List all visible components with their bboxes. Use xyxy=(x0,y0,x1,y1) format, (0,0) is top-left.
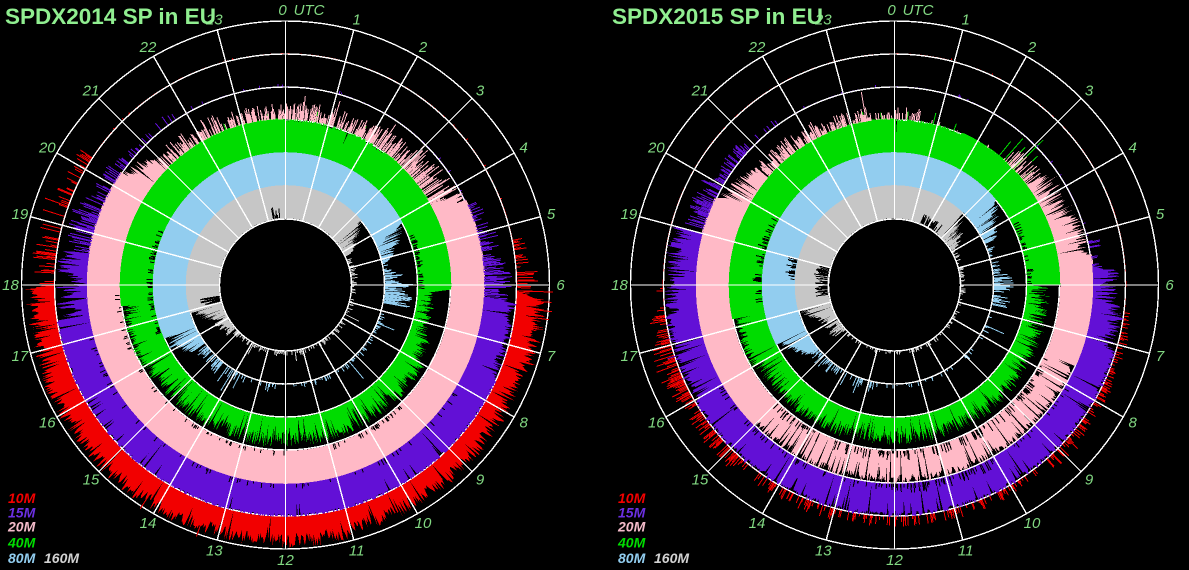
svg-text:40M: 40M xyxy=(617,535,646,551)
svg-text:0: 0 xyxy=(278,2,287,19)
svg-text:13: 13 xyxy=(206,543,223,560)
svg-text:7: 7 xyxy=(547,348,556,365)
svg-text:UTC: UTC xyxy=(294,2,325,19)
svg-text:8: 8 xyxy=(1129,415,1138,432)
svg-text:14: 14 xyxy=(749,515,766,532)
svg-text:21: 21 xyxy=(691,83,709,100)
svg-text:SPDX2015 SP in EU: SPDX2015 SP in EU xyxy=(612,4,823,29)
svg-text:3: 3 xyxy=(1085,83,1094,100)
svg-text:5: 5 xyxy=(547,206,556,223)
svg-text:6: 6 xyxy=(1165,277,1174,294)
svg-text:12: 12 xyxy=(277,552,294,569)
svg-text:22: 22 xyxy=(748,39,766,56)
svg-text:80M: 80M xyxy=(618,550,646,566)
svg-text:11: 11 xyxy=(958,543,974,560)
svg-text:9: 9 xyxy=(1085,472,1094,489)
svg-text:22: 22 xyxy=(139,39,157,56)
svg-text:40M: 40M xyxy=(7,535,36,551)
svg-text:1: 1 xyxy=(353,11,361,28)
svg-text:10: 10 xyxy=(1024,515,1041,532)
svg-text:12: 12 xyxy=(886,552,903,569)
svg-text:2: 2 xyxy=(1027,39,1037,56)
svg-text:8: 8 xyxy=(520,415,529,432)
svg-text:3: 3 xyxy=(476,83,485,100)
svg-text:SPDX2014 SP in EU: SPDX2014 SP in EU xyxy=(5,4,216,29)
svg-text:160M: 160M xyxy=(44,550,79,566)
svg-text:160M: 160M xyxy=(654,550,689,566)
svg-text:18: 18 xyxy=(611,277,628,294)
svg-text:17: 17 xyxy=(12,348,29,365)
svg-text:21: 21 xyxy=(82,83,100,100)
svg-text:9: 9 xyxy=(476,472,485,489)
svg-text:UTC: UTC xyxy=(903,2,934,19)
svg-text:16: 16 xyxy=(39,415,56,432)
svg-text:20M: 20M xyxy=(617,519,646,535)
svg-text:2: 2 xyxy=(418,39,428,56)
svg-text:4: 4 xyxy=(520,140,528,157)
svg-text:10: 10 xyxy=(415,515,432,532)
svg-text:18: 18 xyxy=(2,277,19,294)
svg-text:11: 11 xyxy=(349,543,365,560)
svg-text:4: 4 xyxy=(1129,140,1137,157)
svg-text:1: 1 xyxy=(962,11,970,28)
svg-text:5: 5 xyxy=(1156,206,1165,223)
svg-text:19: 19 xyxy=(12,206,29,223)
svg-text:13: 13 xyxy=(815,543,832,560)
svg-text:16: 16 xyxy=(648,415,665,432)
svg-text:15: 15 xyxy=(83,472,100,489)
svg-text:80M: 80M xyxy=(8,550,36,566)
svg-text:20: 20 xyxy=(38,140,56,157)
svg-text:19: 19 xyxy=(621,206,638,223)
svg-text:17: 17 xyxy=(621,348,638,365)
svg-text:20M: 20M xyxy=(7,519,36,535)
svg-text:6: 6 xyxy=(556,277,565,294)
svg-text:20: 20 xyxy=(647,140,665,157)
svg-text:0: 0 xyxy=(887,2,896,19)
svg-text:14: 14 xyxy=(140,515,157,532)
svg-text:15: 15 xyxy=(692,472,709,489)
svg-text:7: 7 xyxy=(1156,348,1165,365)
